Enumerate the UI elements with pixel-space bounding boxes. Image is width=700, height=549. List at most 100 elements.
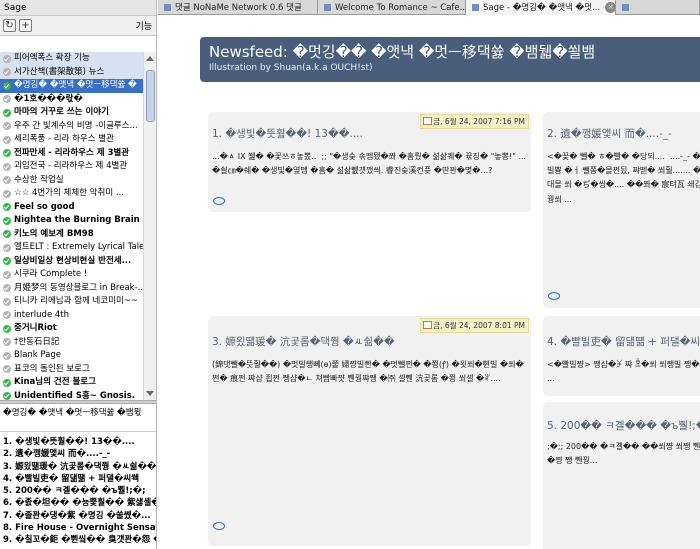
feed-item[interactable]: 시쿠라 Complete ! — [0, 268, 143, 282]
browser-tab[interactable]: Sage - �명깅� �앳낵 �멋... × — [466, 0, 616, 15]
feed-item[interactable]: 키노의 예보계 BM98 — [0, 228, 143, 242]
sidebar: Sage ↻ + 기능 피어엑폭스 확장 기능서가산책(書架散策) 뉴스 �명깅�… — [0, 0, 157, 549]
feed-item[interactable]: 일상비일상 현상비현실 반전세... — [0, 255, 143, 269]
feed-item[interactable]: 피어엑폭스 확장 기능 — [0, 52, 143, 66]
feed-list: 피어엑폭스 확장 기능서가산책(書架散策) 뉴스 �명깅� �앳낵 �멋ㅡ移댁쓣 … — [0, 52, 143, 400]
feed-item[interactable]: 엘트ELT : Extremely Lyrical Tale — [0, 241, 143, 255]
scroll-up-arrow[interactable] — [146, 56, 154, 61]
content-area: Newsfeed: �멋깅�� �앳낵 �멋ㅡ移댁쓣 �뱀뒓�쐴뱀 Illust… — [158, 16, 700, 549]
comment-icon[interactable] — [213, 522, 225, 530]
feed-item[interactable]: Feel so good — [0, 201, 143, 215]
post-title[interactable]: 1. �생빛�뜻훨��! 13��.... — [212, 126, 363, 141]
feed-label: 시쿠라 Complete ! — [14, 269, 88, 279]
feed-item[interactable]: 티니카 리에님과 함께 네코미미~~ — [0, 295, 143, 309]
feed-label: †한동石日記 — [14, 336, 60, 347]
feed-status-icon — [3, 351, 11, 360]
sidebar-toolbar: ↻ + 기능 — [0, 16, 156, 36]
comment-icon[interactable] — [548, 292, 560, 300]
feed-label: 전파만세 - 리라하우스 제 3별관 — [14, 147, 130, 158]
feed-item[interactable]: †한동石日記 — [0, 336, 143, 350]
feed-item[interactable]: 중거니Riot — [0, 322, 143, 336]
page-icon — [622, 4, 629, 11]
feed-item[interactable]: �1호���띿� — [0, 93, 143, 107]
close-tab-icon[interactable]: × — [605, 2, 615, 13]
post-card-5: 5. 200�� ㅋ곌��� �ъ뿰!;�; ;�;; 200�� �ㅋ곌�� … — [543, 402, 700, 549]
comment-icon[interactable] — [213, 197, 225, 205]
browser-tab[interactable]: 댓글 NoNaMe Network 0.6 댓글 — [158, 0, 318, 15]
feed-status-icon — [3, 270, 11, 279]
feed-label: 키노의 예보계 BM98 — [14, 228, 94, 239]
page-icon — [472, 4, 479, 11]
feed-label: interlude 4th — [14, 309, 70, 320]
feed-label: 피어엑폭스 확장 기능 — [14, 53, 90, 63]
feed-item[interactable]: Unidentified S흥~ Gnosis. — [0, 390, 143, 400]
page-icon — [324, 4, 331, 11]
feed-label: 괴임전국 - 리라하우스 제 4별관 — [14, 161, 128, 171]
refresh-icon[interactable]: ↻ — [3, 19, 16, 32]
tab-label: 댓글 NoNaMe Network 0.6 댓글 — [175, 2, 302, 13]
feed-status-icon — [3, 392, 11, 400]
banner-subtitle: Illustration by Shuan(a.k.a OUCH!st) — [209, 63, 373, 73]
feed-status-icon — [3, 189, 11, 198]
feed-item[interactable]: 세리폭풍 - 리라 하우스 별관 — [0, 133, 143, 147]
feed-item[interactable]: �명깅� �앳낵 �멋ㅡ移댁쓣 � — [0, 79, 143, 93]
feed-item[interactable]: 괴임전국 - 리라하우스 제 4별관 — [0, 160, 143, 174]
feed-status-icon — [3, 135, 11, 144]
scroll-down-arrow[interactable] — [146, 391, 154, 396]
feed-status-icon — [3, 338, 11, 347]
feed-item[interactable]: Nightea the Burning Brain — [0, 214, 143, 228]
feed-item[interactable]: 月姫梦의 동영상블로그 in Break-... — [0, 282, 143, 296]
page-icon — [164, 4, 171, 11]
tab-label: Welcome To Romance ~ Cafe... — [335, 2, 466, 13]
list-item[interactable]: 2. 遺�깽媛앷씨 而�....-_- — [0, 448, 156, 460]
feed-item[interactable]: 전파만세 - 리라하우스 제 3별관 — [0, 147, 143, 161]
add-icon[interactable]: + — [19, 19, 32, 32]
sidebar-title: Sage — [0, 0, 156, 16]
feed-item[interactable]: Kina님의 건전 블로그 — [0, 376, 143, 390]
scrollbar-thumb[interactable] — [146, 70, 155, 122]
functions-menu[interactable]: 기능 — [135, 19, 152, 32]
list-item[interactable]: 6. �졼�坦�� �뇽쁯훨�� 紫섏셸�... — [0, 497, 156, 509]
feed-label: 일상비일상 현상비현실 반전세... — [14, 255, 132, 266]
feed-status-icon — [3, 324, 11, 333]
feed-item[interactable]: 마마의 거꾸로 쓰는 이야기 — [0, 106, 143, 120]
feed-label: 月姫梦의 동영상블로그 in Break-... — [14, 282, 143, 293]
post-card-2: 2. 遺�깽媛앷씨 而�....-_- <�꽂� 뺄� ㅎ�빨� �당되....… — [543, 112, 700, 308]
feed-item[interactable]: 서가산책(書架散策) 뉴스 — [0, 65, 143, 79]
feed-item[interactable]: 수상한 작업실 — [0, 174, 143, 188]
post-title[interactable]: 5. 200�� ㅋ곌��� �ъ뿰!;�; — [547, 418, 700, 433]
list-item[interactable]: 1. �생빛�뜻훨��! 13��.... — [0, 436, 156, 448]
post-title[interactable]: 4. �빨빌吏� 留덂떎 + 퍼댈�씨쐑 — [547, 334, 700, 349]
post-title[interactable]: 2. 遺�깽媛앷씨 而�....-_- — [547, 126, 672, 141]
post-body: (錦댓뺄�뜻훨��) �멋빌쌩뻬(ɵ)쭐 婦쨩빌빤� �멋뺄쩐� �쬥(ꝭ) �… — [212, 360, 524, 384]
feed-item[interactable]: Blank Page — [0, 349, 143, 363]
list-item[interactable]: 7. �졸꽌�댕�紫 �명깅 �쑬쎘�... — [0, 510, 156, 522]
browser-tab[interactable] — [616, 0, 700, 15]
browser-tab[interactable]: Welcome To Romance ~ Cafe... — [318, 0, 466, 15]
list-item[interactable]: 4. �빨빌吏� 留덂떎 + 퍼댈�씨쐑 — [0, 473, 156, 485]
list-item[interactable]: 3. 嫄욌떎瑗� 沆곷롬�댁쭹 �ㅻ쉶�� — [0, 461, 156, 473]
feed-status-icon — [3, 95, 11, 104]
feed-status-icon — [3, 230, 11, 239]
feed-label: 엘트ELT : Extremely Lyrical Tale — [14, 242, 143, 252]
post-date: 금, 6월 24, 2007 8:01 PM — [420, 318, 529, 333]
feed-label: Feel so good — [14, 201, 75, 212]
feed-item[interactable]: ☆☆ 4번가의 체체한 악취미 ... — [0, 187, 143, 201]
feed-item[interactable]: interlude 4th — [0, 309, 143, 323]
tab-label: Sage - �명깅� �앳낵 �멋... — [483, 2, 601, 13]
feed-status-icon — [3, 162, 11, 171]
post-title[interactable]: 3. 嫄욌떎瑗� 沆곷롬�댁쭹 �ㅻ쉶�� — [212, 334, 395, 349]
list-item[interactable]: 5. 200�� ㅋ곌��� �ъ뿰!;�; — [0, 485, 156, 497]
list-item[interactable]: 8. Fire House - Overnight Sensation — [0, 522, 156, 534]
feed-label: 중거니Riot — [14, 323, 57, 333]
list-item[interactable]: 9. �칠꼬�鉅 �쀤앀�� 臭걧꽌�怨 � — [0, 534, 156, 546]
feed-status-icon — [3, 81, 11, 90]
feed-status-icon — [3, 54, 11, 63]
feed-item[interactable]: 표코의 돌인된 보로그 — [0, 363, 143, 377]
post-card-4: 4. �빨빌吏� 留덂떎 + 퍼댈�씨쐑 <�빨빌쨩> 쨍샵�ꉃ 쨔 ꂬ�쐬 쐬… — [543, 316, 700, 396]
feed-list-scrollbar[interactable] — [143, 52, 156, 400]
feed-status-icon — [3, 284, 11, 293]
feed-label: Blank Page — [14, 350, 61, 360]
feed-label: 마마의 거꾸로 쓰는 이야기 — [14, 107, 109, 117]
feed-item[interactable]: 우주 간 빛계수의 비명 -이글루스... — [0, 120, 143, 134]
